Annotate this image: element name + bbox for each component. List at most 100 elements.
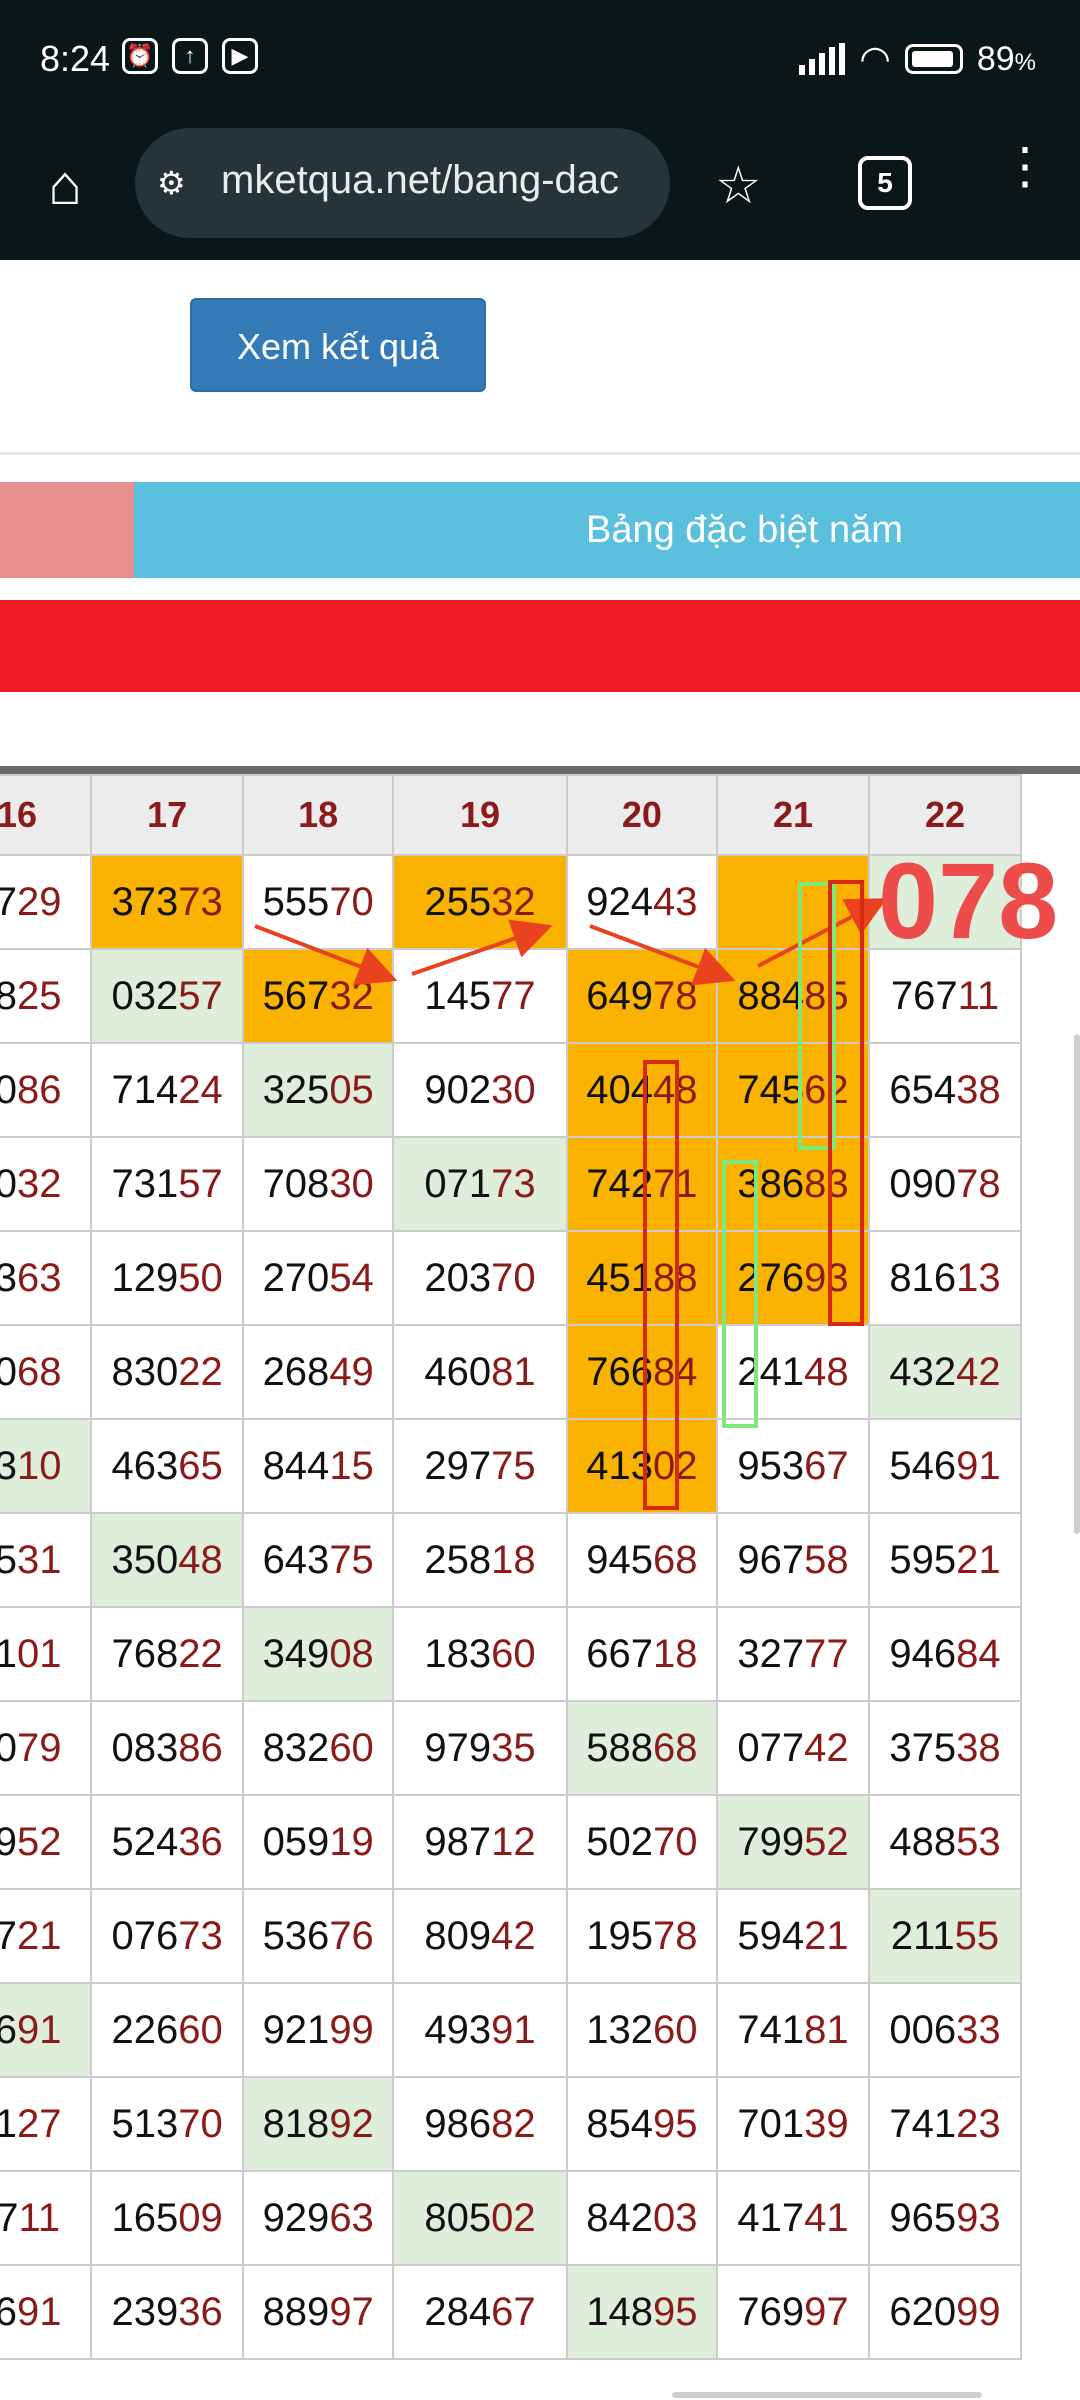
table-cell: 29775: [392, 1418, 568, 1514]
table-cell: 3032: [0, 1136, 93, 1232]
cell-digits-last-two: 18: [653, 1631, 698, 1676]
cell-digits-lead: 546: [889, 1443, 957, 1488]
cell-digits-last-two: 12: [491, 1819, 536, 1864]
cell-digits-last-two: 81: [491, 1349, 536, 1394]
table-cell: 26849: [242, 1324, 395, 1420]
cell-digits-last-two: 05: [329, 1067, 374, 1112]
cell-digits-last-two: 11: [18, 2195, 61, 2240]
table-cell: 3127: [0, 2076, 93, 2172]
table-cell: 64375: [242, 1512, 395, 1608]
view-results-button[interactable]: Xem kết quả: [190, 298, 486, 392]
vertical-scrollbar[interactable]: [1074, 1034, 1080, 1534]
table-cell: 3068: [0, 1324, 93, 1420]
cell-digits-last-two: 15: [329, 1443, 374, 1488]
table-cell: 07742: [716, 1700, 870, 1796]
cell-digits-last-two: 21: [956, 1537, 1001, 1582]
address-bar[interactable]: ⚙ mketqua.net/bang-dac: [135, 128, 670, 238]
cell-digits-lead: 902: [424, 1067, 492, 1112]
cell-digits-lead: 032: [111, 973, 179, 1018]
status-bar: 8:24 ⏰ ↑ ▶ ◠ 89%: [0, 0, 1080, 120]
cell-digits-lead: 595: [889, 1537, 957, 1582]
table-cell: 59521: [868, 1512, 1022, 1608]
cell-digits-last-two: 86: [178, 1725, 223, 1770]
more-menu-icon[interactable]: ⋮: [1000, 141, 1050, 191]
table-cell: 74123: [868, 2076, 1022, 2172]
horizontal-scrollbar[interactable]: [672, 2392, 982, 2398]
cell-digits-lead: 967: [737, 1537, 805, 1582]
table-cell: 25818: [392, 1512, 568, 1608]
cell-digits-last-two: 32: [491, 879, 536, 924]
table-row: 5952524360591998712502707995248853: [0, 1794, 1022, 1890]
cell-digits-last-two: 67: [804, 1443, 849, 1488]
table-cell: 83260: [242, 1700, 395, 1796]
table-cell: 40448: [565, 1042, 719, 1138]
cell-digits-last-two: 83: [804, 1161, 849, 1206]
cell-digits-last-two: 92: [329, 2101, 374, 2146]
cell-digits-last-two: 53: [956, 1819, 1001, 1864]
table-cell: 34908: [242, 1606, 395, 1702]
table-cell: 24148: [716, 1324, 870, 1420]
cell-digits-lead: 620: [889, 2289, 957, 2334]
cell-digits-lead: 270: [262, 1255, 330, 1300]
cell-digits-lead: 183: [424, 1631, 492, 1676]
column-header-16: 16: [0, 774, 93, 856]
cell-digits-lead: 946: [889, 1631, 957, 1676]
table-cell: 88997: [242, 2264, 395, 2360]
table-cell: 45188: [565, 1230, 719, 1326]
tab-switcher-button[interactable]: 5: [858, 156, 912, 210]
cell-digits-lead: 165: [111, 2195, 179, 2240]
table-cell: 09078: [868, 1136, 1022, 1232]
cell-digits-lead: 195: [586, 1913, 654, 1958]
cell-digits-last-two: 76: [329, 1913, 374, 1958]
cell-digits-last-two: 19: [329, 1819, 374, 1864]
cell-digits-lead: 513: [111, 2101, 179, 2146]
cell-digits-last-two: 71: [653, 1161, 698, 1206]
table-cell: 03257: [90, 948, 245, 1044]
table-row: 0310463658441529775413029536754691: [0, 1418, 1022, 1514]
cell-digits-last-two: 25: [17, 973, 62, 1018]
table-cell: 79952: [716, 1794, 870, 1890]
cell-digits-lead: 59: [0, 1819, 18, 1864]
table-cell: 65438: [868, 1042, 1022, 1138]
table-cell: 96593: [868, 2170, 1022, 2266]
cell-digits-lead: 37: [0, 1913, 18, 1958]
cell-digits-last-two: 77: [804, 1631, 849, 1676]
table-cell: 23936: [90, 2264, 245, 2360]
cell-digits-lead: 276: [737, 1255, 805, 1300]
table-cell: 58868: [565, 1700, 719, 1796]
bookmark-star-icon[interactable]: ☆: [715, 156, 762, 216]
table-cell: 00633: [868, 1982, 1022, 2078]
table-cell: 76684: [565, 1324, 719, 1420]
cell-digits-last-two: 68: [17, 1349, 62, 1394]
cell-digits-lead: 830: [111, 1349, 179, 1394]
table-cell: 07673: [90, 1888, 245, 1984]
column-header-18: 18: [242, 774, 395, 856]
url-text: mketqua.net/bang-dac: [221, 158, 620, 202]
table-cell: 54691: [868, 1418, 1022, 1514]
site-settings-icon[interactable]: ⚙: [157, 164, 201, 204]
table-cell: 32777: [716, 1606, 870, 1702]
cell-digits-last-two: 57: [178, 973, 223, 1018]
cell-digits-last-two: 75: [329, 1537, 374, 1582]
cell-digits-last-two: 27: [17, 2101, 62, 2146]
table-cell: 76711: [868, 948, 1022, 1044]
table-cell: 70139: [716, 2076, 870, 2172]
cell-digits-lead: 986: [424, 2101, 492, 2146]
red-banner: [0, 600, 1080, 692]
cell-digits-last-two: 21: [17, 1913, 62, 1958]
cell-digits-lead: 731: [111, 1161, 179, 1206]
cell-digits-lead: 37: [0, 2195, 19, 2240]
table-cell: 16509: [90, 2170, 245, 2266]
table-cell: 08386: [90, 1700, 245, 1796]
table-cell: 32505: [242, 1042, 395, 1138]
cell-digits-lead: 03: [0, 1443, 18, 1488]
home-icon[interactable]: ⌂: [30, 150, 100, 220]
table-cell: 71424: [90, 1042, 245, 1138]
pink-tab[interactable]: [0, 482, 134, 578]
cell-digits-lead: 083: [111, 1725, 179, 1770]
cell-digits-last-two: 01: [17, 1631, 62, 1676]
cell-digits-lead: 006: [889, 2007, 957, 2052]
cell-digits-last-two: 31: [17, 1537, 62, 1582]
highlight-number: 078: [878, 840, 1059, 961]
cell-digits-lead: 090: [889, 1161, 957, 1206]
